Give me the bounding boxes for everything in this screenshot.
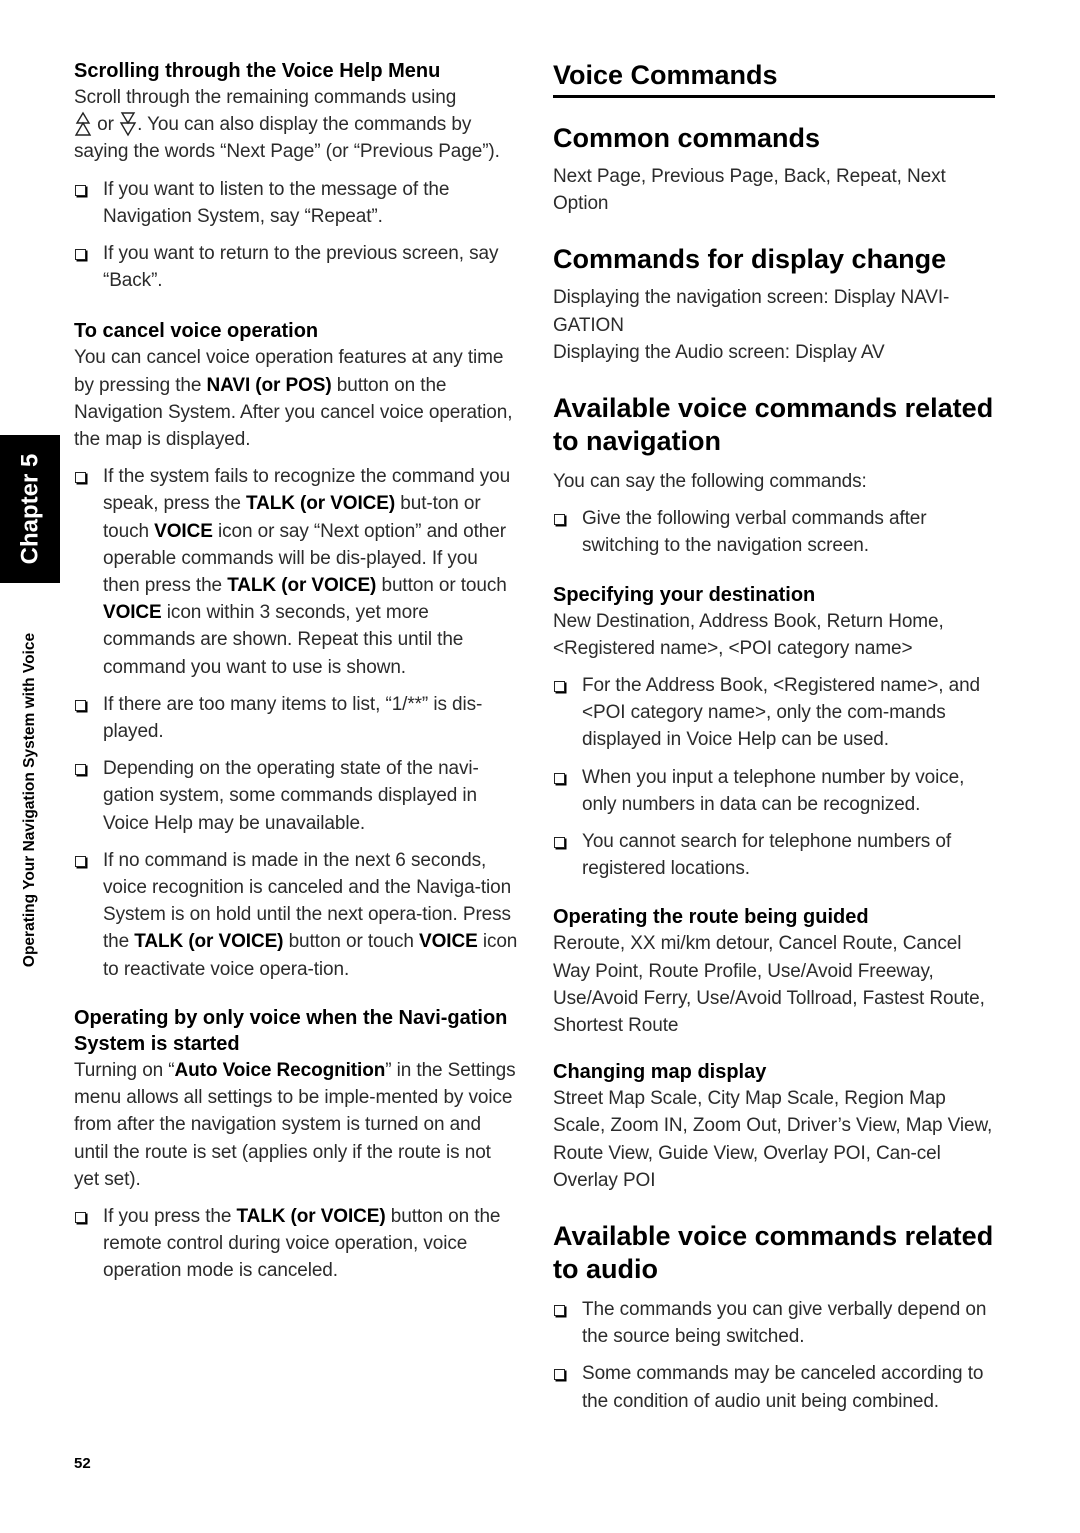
chapter-label: Chapter 5: [16, 453, 44, 565]
note-item: For the Address Book, <Registered name>,…: [553, 672, 995, 754]
scrolling-notes: If you want to listen to the message of …: [74, 176, 519, 295]
navi-button-label: NAVI (or POS): [206, 374, 332, 396]
display-change-line1: Displaying the navigation screen: Displa…: [553, 287, 950, 336]
note-item: When you input a telephone number by voi…: [553, 764, 995, 818]
note-text: If you want to listen to the message of …: [103, 178, 450, 227]
talk-button-label: TALK (or VOICE): [134, 931, 284, 953]
note-item: Depending on the operating state of the …: [74, 755, 519, 837]
note-item: If the system fails to recognize the com…: [74, 463, 519, 681]
box-bullet-icon: [554, 1305, 565, 1317]
scrolling-paragraph: Scroll through the remaining commands us…: [74, 84, 519, 166]
audio-notes: The commands you can give verbally depen…: [553, 1296, 995, 1415]
talk-button-label: TALK (or VOICE): [227, 575, 377, 597]
cancel-paragraph: You can cancel voice operation features …: [74, 344, 519, 453]
note-item: The commands you can give verbally depen…: [553, 1296, 995, 1350]
box-bullet-icon: [75, 1211, 86, 1223]
note-item: Some commands may be canceled according …: [553, 1360, 995, 1414]
box-bullet-icon: [75, 184, 86, 196]
route-text: Reroute, XX mi/km detour, Cancel Route, …: [553, 933, 985, 1037]
scrolling-heading: Scrolling through the Voice Help Menu: [74, 60, 441, 82]
common-commands-heading: Common commands: [553, 123, 821, 153]
note-item: If you want to listen to the message of …: [74, 176, 519, 230]
navigation-notes: Give the following verbal commands after…: [553, 505, 995, 559]
route-heading: Operating the route being guided: [553, 906, 869, 929]
common-commands-text: Next Page, Previous Page, Back, Repeat, …: [553, 166, 946, 215]
text-run: button or touch: [283, 931, 420, 953]
text-run: Turning on “: [74, 1059, 175, 1081]
scroll-up-icon: [74, 111, 92, 136]
note-text: For the Address Book, <Registered name>,…: [582, 675, 981, 751]
destination-notes: For the Address Book, <Registered name>,…: [553, 672, 995, 882]
voice-icon-label: VOICE: [154, 520, 213, 542]
map-display-text: Street Map Scale, City Map Scale, Region…: [553, 1088, 993, 1191]
destination-text: New Destination, Address Book, Return Ho…: [553, 610, 944, 659]
box-bullet-icon: [554, 772, 565, 784]
note-text: If there are too many items to list, “1/…: [103, 693, 483, 743]
box-bullet-icon: [554, 681, 565, 693]
page-number: 52: [74, 1455, 91, 1472]
note-text: Give the following verbal commands after…: [582, 508, 927, 557]
scrolling-text-a: Scroll through the remaining commands us…: [74, 87, 457, 108]
note-text: The commands you can give verbally depen…: [582, 1299, 987, 1348]
chapter-tab: Chapter 5: [0, 435, 60, 583]
talk-button-label: TALK (or VOICE): [246, 493, 396, 515]
box-bullet-icon: [75, 249, 86, 261]
note-item: If you press the TALK (or VOICE) button …: [74, 1203, 519, 1285]
page-title: Voice Commands: [553, 58, 995, 98]
destination-heading: Specifying your destination: [553, 583, 816, 606]
note-item: If there are too many items to list, “1/…: [74, 691, 519, 745]
cancel-heading: To cancel voice operation: [74, 320, 319, 343]
cancel-notes: If the system fails to recognize the com…: [74, 463, 519, 983]
note-text: Depending on the operating state of the …: [103, 758, 479, 834]
box-bullet-icon: [75, 764, 86, 776]
note-item: Give the following verbal commands after…: [553, 505, 995, 559]
note-text: You cannot search for telephone numbers …: [582, 831, 952, 880]
audio-commands-heading: Available voice commands related to audi…: [553, 1221, 994, 1285]
section-side-title-text: Operating Your Navigation System with Vo…: [21, 632, 38, 968]
box-bullet-icon: [75, 699, 86, 711]
note-text: If you want to return to the previous sc…: [103, 243, 499, 292]
right-column: Voice Commands Common commands Next Page…: [553, 58, 995, 1415]
display-change-line2: Displaying the Audio screen: Display AV: [553, 341, 885, 363]
display-change-heading: Commands for display change: [553, 244, 947, 275]
note-item: If no command is made in the next 6 seco…: [74, 847, 519, 983]
scrolling-text-b: . You can also display the commands by s…: [74, 114, 500, 163]
left-column: Scrolling through the Voice Help Menu Sc…: [74, 58, 519, 1285]
auto-voice-notes: If you press the TALK (or VOICE) button …: [74, 1203, 519, 1285]
auto-voice-paragraph: Turning on “Auto Voice Recognition” in t…: [74, 1057, 519, 1193]
navigation-intro: You can say the following commands:: [553, 471, 867, 493]
note-item: You cannot search for telephone numbers …: [553, 828, 995, 882]
note-text: When you input a telephone number by voi…: [582, 766, 965, 815]
auto-voice-recognition-label: Auto Voice Recognition: [174, 1059, 386, 1081]
voice-icon-label: VOICE: [103, 602, 162, 624]
talk-button-label: TALK (or VOICE): [236, 1205, 386, 1227]
auto-voice-heading: Operating by only voice when the Navi-ga…: [74, 1006, 508, 1055]
box-bullet-icon: [554, 837, 565, 849]
box-bullet-icon: [75, 855, 86, 867]
note-text: Some commands may be canceled according …: [582, 1363, 984, 1412]
note-item: If you want to return to the previous sc…: [74, 240, 519, 294]
text-run: If you press the: [103, 1205, 237, 1227]
map-display-heading: Changing map display: [553, 1061, 767, 1084]
text-run: button or touch: [376, 575, 507, 597]
or-text: or: [92, 114, 120, 136]
scroll-down-icon: [119, 112, 137, 137]
box-bullet-icon: [554, 514, 565, 526]
navigation-commands-heading: Available voice commands related to navi…: [553, 393, 994, 457]
box-bullet-icon: [75, 472, 86, 484]
voice-icon-label: VOICE: [419, 931, 478, 953]
box-bullet-icon: [554, 1369, 565, 1381]
